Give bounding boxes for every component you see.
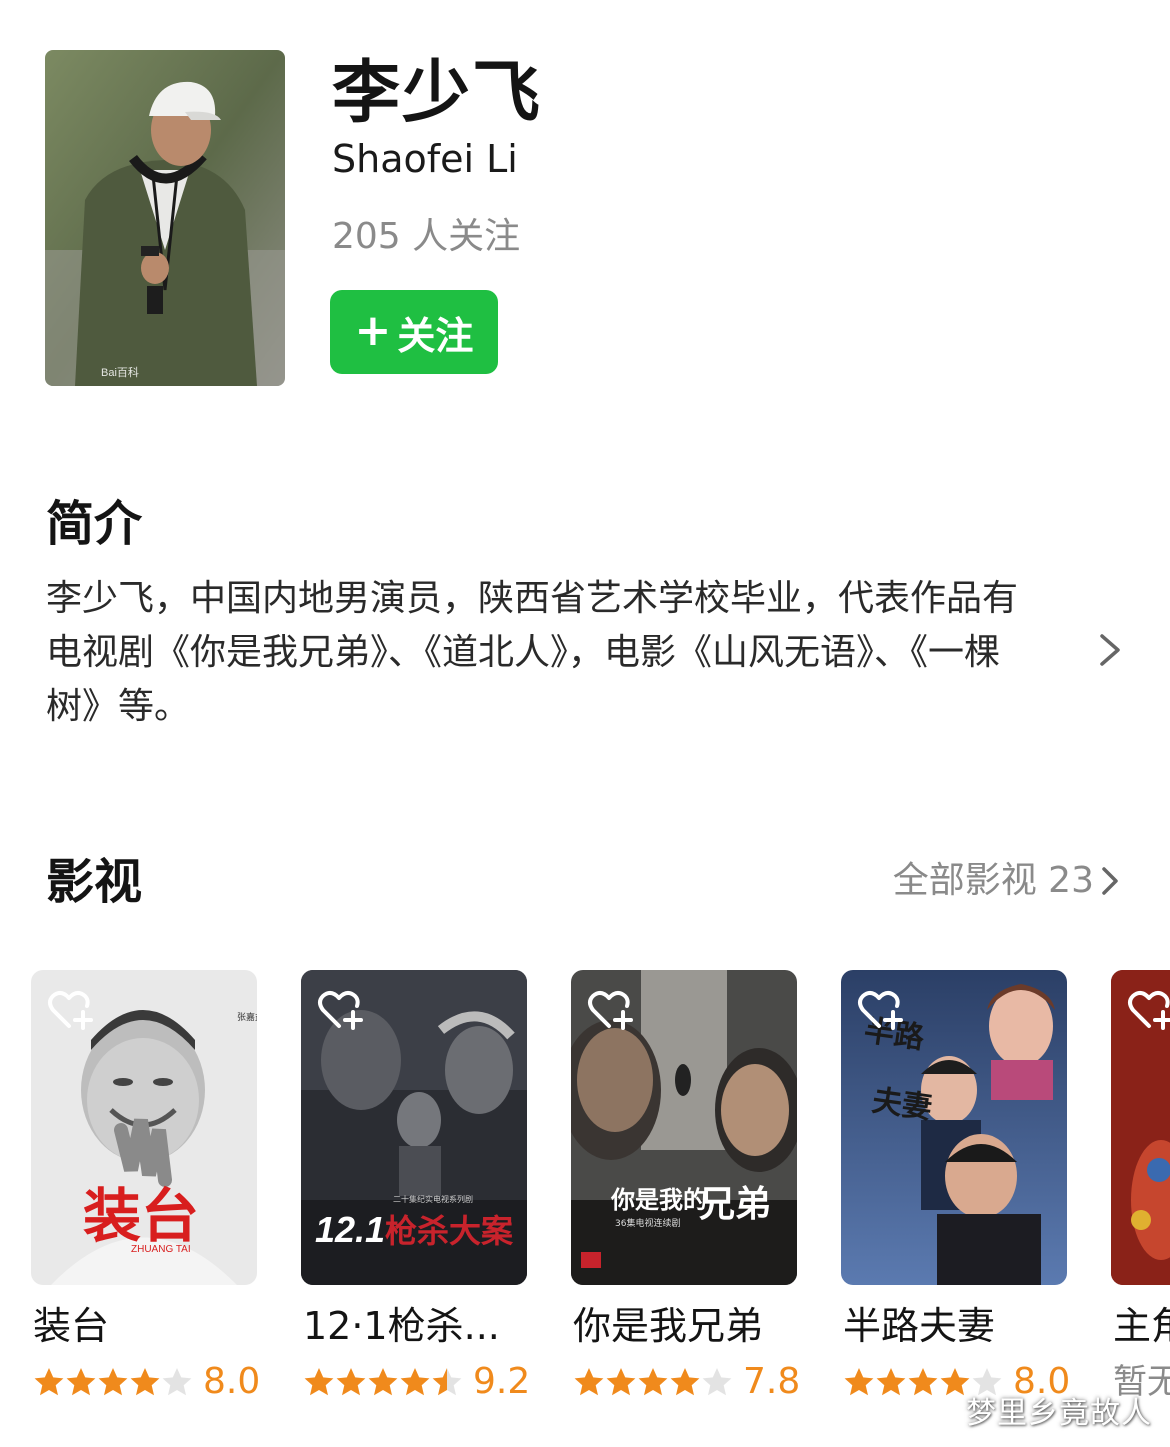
star-icon xyxy=(34,1368,64,1396)
actor-photo: Bai百科 xyxy=(45,50,285,386)
star-icon xyxy=(336,1368,366,1396)
film-rating: 9.2 xyxy=(303,1360,530,1404)
film-poster[interactable]: 你是我的 兄弟 36集电视连续剧 xyxy=(571,970,797,1285)
star-icon xyxy=(162,1368,192,1396)
film-poster[interactable]: 半路 夫妻 xyxy=(841,970,1067,1285)
star-icon xyxy=(670,1368,700,1396)
film-title[interactable]: 主角 xyxy=(1113,1298,1170,1354)
star-icon xyxy=(130,1368,160,1396)
film-card[interactable]: 你是我的 兄弟 36集电视连续剧 你是我兄弟 7.8 xyxy=(571,970,800,1447)
heart-plus-icon[interactable] xyxy=(855,986,905,1032)
svg-text:12.1: 12.1 xyxy=(315,1209,385,1250)
film-score: 8.0 xyxy=(203,1361,261,1402)
intro-text[interactable]: 李少飞，中国内地男演员，陕西省艺术学校毕业，代表作品有电视剧《你是我兄弟》、《道… xyxy=(46,572,1046,734)
actor-profile-page: Bai百科 李少飞 Shaofei Li 205 人关注 + 关注 简介 李少飞… xyxy=(0,0,1170,1447)
film-title[interactable]: 你是我兄弟 xyxy=(573,1298,799,1354)
star-icon xyxy=(702,1368,732,1396)
svg-text:兄弟: 兄弟 xyxy=(699,1183,771,1225)
star-icon xyxy=(66,1368,96,1396)
watermark-text: 梦里乡竟故人 xyxy=(966,1396,1152,1431)
plus-icon: + xyxy=(354,304,392,356)
film-title[interactable]: 12·1枪杀... xyxy=(303,1298,529,1354)
heart-plus-icon[interactable] xyxy=(1125,986,1170,1032)
star-rating xyxy=(573,1366,733,1398)
film-title[interactable]: 装台 xyxy=(33,1298,259,1354)
film-rating: 7.8 xyxy=(573,1360,800,1404)
star-icon xyxy=(368,1368,398,1396)
heart-plus-icon[interactable] xyxy=(45,986,95,1032)
chevron-right-icon xyxy=(1102,867,1118,895)
actor-name-chinese: 李少飞 xyxy=(332,54,543,133)
svg-text:ZHUANG TAI: ZHUANG TAI xyxy=(131,1244,191,1255)
star-icon xyxy=(638,1368,668,1396)
actor-name-english: Shaofei Li xyxy=(332,137,518,181)
film-rating: 8.0 xyxy=(33,1360,260,1404)
chevron-right-icon[interactable] xyxy=(1096,630,1124,670)
film-poster[interactable]: 12.1 枪杀大案 二十集纪实电视系列剧 xyxy=(301,970,527,1285)
heart-plus-icon[interactable] xyxy=(585,986,635,1032)
svg-text:Bai百科: Bai百科 xyxy=(101,365,139,379)
film-poster[interactable]: 装台 ZHUANG TAI 张嘉益 xyxy=(31,970,257,1285)
film-card[interactable]: 主角 暂无 xyxy=(1111,970,1170,1447)
svg-text:二十集纪实电视系列剧: 二十集纪实电视系列剧 xyxy=(393,1194,473,1204)
svg-text:装台: 装台 xyxy=(83,1182,199,1250)
all-films-label: 全部影视 23 xyxy=(892,860,1094,901)
intro-heading: 简介 xyxy=(46,496,143,552)
star-rating xyxy=(303,1366,463,1398)
film-card[interactable]: 半路 夫妻 半路夫妻 8.0 xyxy=(841,970,1070,1447)
film-card[interactable]: 装台 ZHUANG TAI 张嘉益 装台 8.0 xyxy=(31,970,260,1447)
film-title[interactable]: 半路夫妻 xyxy=(843,1298,1069,1354)
star-icon xyxy=(400,1368,430,1396)
star-rating xyxy=(33,1366,193,1398)
star-icon xyxy=(844,1368,874,1396)
film-score: 7.8 xyxy=(743,1361,801,1402)
star-icon xyxy=(876,1368,906,1396)
film-poster[interactable] xyxy=(1111,970,1170,1285)
follow-button-label: 关注 xyxy=(397,313,474,358)
follow-button[interactable]: + 关注 xyxy=(330,290,498,374)
star-icon xyxy=(304,1368,334,1396)
star-icon xyxy=(98,1368,128,1396)
star-icon xyxy=(606,1368,636,1396)
film-card[interactable]: 12.1 枪杀大案 二十集纪实电视系列剧 12·1枪杀... 9.2 xyxy=(301,970,530,1447)
svg-text:张嘉益: 张嘉益 xyxy=(237,1011,257,1023)
svg-text:枪杀大案: 枪杀大案 xyxy=(385,1212,514,1250)
films-carousel[interactable]: 装台 ZHUANG TAI 张嘉益 装台 8.0 xyxy=(0,970,1170,1447)
all-films-link[interactable]: 全部影视 23 xyxy=(893,854,1120,908)
svg-text:36集电视连续剧: 36集电视连续剧 xyxy=(615,1217,680,1229)
star-icon xyxy=(574,1368,604,1396)
star-icon xyxy=(432,1368,462,1396)
heart-plus-icon[interactable] xyxy=(315,986,365,1032)
follower-count: 205 人关注 xyxy=(332,216,521,257)
film-score: 9.2 xyxy=(473,1361,531,1402)
star-icon xyxy=(908,1368,938,1396)
svg-text:你是我的: 你是我的 xyxy=(610,1185,707,1214)
films-heading: 影视 xyxy=(46,854,143,910)
